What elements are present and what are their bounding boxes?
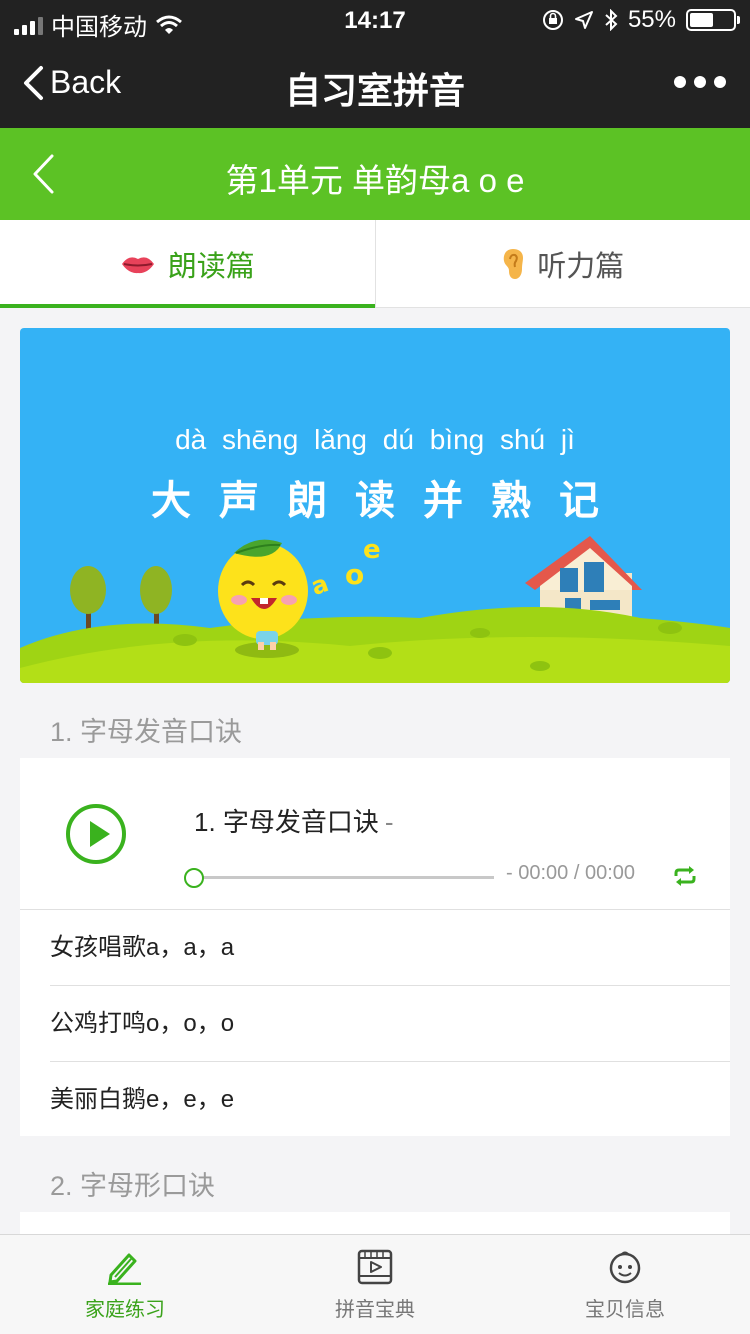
loop-icon xyxy=(674,866,696,886)
lips-icon xyxy=(121,256,154,273)
audio-time-prefix: - xyxy=(506,862,513,884)
svg-text:a: a xyxy=(307,569,332,601)
svg-text:o: o xyxy=(345,558,364,591)
nav-bar: Back 自习室拼音 xyxy=(0,40,750,128)
tree-right xyxy=(140,566,172,624)
chevron-left-icon xyxy=(24,65,43,100)
svg-text:e: e xyxy=(363,535,381,565)
location-icon xyxy=(574,11,593,29)
banner-headline: 大声朗读并熟记 xyxy=(151,479,627,523)
unit-header: 第1单元 单韵母a o e xyxy=(0,128,750,220)
content-tabs: 朗读篇 听力篇 xyxy=(0,220,750,308)
tab-baby-info-label: 宝贝信息 xyxy=(585,1299,665,1321)
list-item[interactable]: 女孩唱歌a，a，a xyxy=(50,910,730,986)
tab-reading-label: 朗读篇 xyxy=(167,250,255,283)
list-item[interactable]: 公鸡打鸣o，o，o xyxy=(50,986,730,1062)
more-menu-button[interactable] xyxy=(674,68,726,96)
track-title-suffix: - xyxy=(384,807,394,837)
loop-toggle[interactable] xyxy=(672,866,698,891)
tab-pinyin-guide-label: 拼音宝典 xyxy=(335,1299,415,1321)
status-right: 55% xyxy=(542,6,740,34)
tab-pinyin-guide[interactable]: 拼音宝典 xyxy=(250,1235,500,1334)
tab-family-practice-label: 家庭练习 xyxy=(85,1299,165,1321)
tab-listening-label: 听力篇 xyxy=(537,250,625,283)
list-item[interactable]: 美丽白鹅e，e，e xyxy=(50,1062,730,1138)
audio-time: - 00:00 / 00:00 xyxy=(506,862,635,885)
section-title: 2. 字母形口诀 xyxy=(50,1171,216,1201)
video-book-icon xyxy=(357,1249,393,1285)
tab-baby-info[interactable]: 宝贝信息 xyxy=(500,1235,750,1334)
play-button[interactable] xyxy=(66,804,126,864)
tab-reading[interactable]: 朗读篇 xyxy=(0,220,375,308)
progress-knob[interactable] xyxy=(184,868,204,888)
section-card: 1. 字母发音口诀 - - 00:00 / 00:00 女孩唱歌a，a，a 公鸡打… xyxy=(20,758,730,1136)
tab-listening[interactable]: 听力篇 xyxy=(374,220,750,307)
tree-left xyxy=(70,566,106,630)
track-title: 1. 字母发音口诀 - xyxy=(194,802,394,839)
bottom-tab-bar: 家庭练习 拼音宝典 宝贝信息 xyxy=(0,1234,750,1334)
audio-time-value: 00:00 / 00:00 xyxy=(518,862,636,884)
rotation-lock-icon xyxy=(542,10,563,30)
battery-percent: 55% xyxy=(627,6,676,33)
back-label: Back xyxy=(50,64,122,100)
section-title: 1. 字母发音口诀 xyxy=(50,717,243,747)
audio-player: 1. 字母发音口诀 - - 00:00 / 00:00 xyxy=(20,758,730,910)
baby-face-icon xyxy=(609,1251,641,1284)
tab-family-practice[interactable]: 家庭练习 xyxy=(0,1235,250,1334)
status-bar: 中国移动 14:17 55% xyxy=(0,0,750,41)
battery-icon xyxy=(686,9,740,31)
audio-progress-slider[interactable] xyxy=(184,868,494,888)
ear-icon xyxy=(503,248,524,279)
pencil-icon xyxy=(108,1253,141,1285)
progress-track xyxy=(194,876,494,879)
floating-letters: a o e xyxy=(307,535,380,601)
back-button[interactable]: Back xyxy=(22,64,121,101)
lesson-banner: a o e dà shēng lǎng dú bìng shú jì 大声朗读并… xyxy=(20,328,730,683)
bluetooth-icon xyxy=(605,9,618,31)
unit-title: 第1单元 单韵母a o e xyxy=(225,162,525,199)
track-title-text: 1. 字母发音口诀 xyxy=(194,807,379,837)
banner-pinyin: dà shēng lǎng dú bìng shú jì xyxy=(175,424,575,455)
